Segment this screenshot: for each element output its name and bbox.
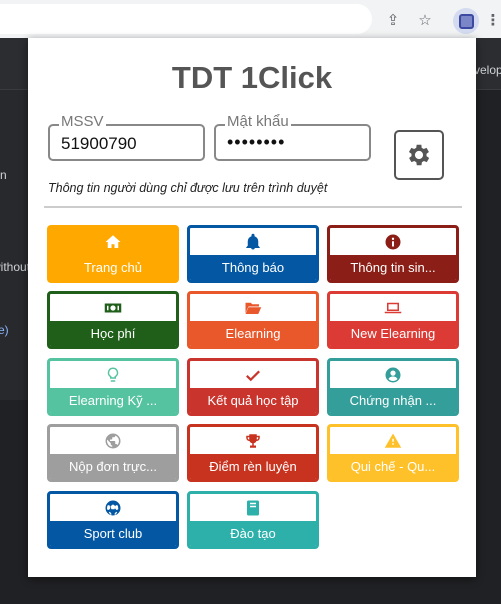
tile-label: Thông báo bbox=[190, 255, 316, 280]
gear-icon bbox=[408, 144, 430, 166]
tile-label: Đào tạo bbox=[190, 521, 316, 546]
tile-icon-area bbox=[330, 228, 456, 255]
tile-label: Chứng nhận ... bbox=[330, 388, 456, 413]
background-text: vn bbox=[0, 168, 7, 182]
mssv-field[interactable]: MSSV 51900790 bbox=[48, 113, 205, 161]
book-icon bbox=[247, 500, 259, 515]
check-icon bbox=[246, 370, 260, 381]
soccer-ball-icon bbox=[105, 500, 121, 515]
tile-icon-area bbox=[190, 361, 316, 388]
trophy-icon bbox=[246, 433, 260, 448]
tile-label: Thông tin sin... bbox=[330, 255, 456, 280]
shortcut-tile[interactable]: Thông tin sin... bbox=[327, 225, 459, 283]
extension-popup: TDT 1Click MSSV 51900790 Mật khẩu ••••••… bbox=[28, 38, 476, 577]
tile-label: Sport club bbox=[50, 521, 176, 546]
password-input[interactable]: •••••••• bbox=[227, 132, 285, 153]
tile-icon-area bbox=[50, 294, 176, 321]
tile-label: Trang chủ bbox=[50, 255, 176, 280]
tile-label: Elearning bbox=[190, 321, 316, 346]
tile-icon-area bbox=[50, 228, 176, 255]
tile-label: Điểm rèn luyện bbox=[190, 454, 316, 479]
warning-icon bbox=[384, 433, 402, 448]
shortcut-tile[interactable]: Elearning Kỹ ... bbox=[47, 358, 179, 416]
shortcut-tile[interactable]: Elearning bbox=[187, 291, 319, 349]
tile-icon-area bbox=[190, 427, 316, 454]
tile-label: Elearning Kỹ ... bbox=[50, 388, 176, 413]
shortcut-tile[interactable]: New Elearning bbox=[327, 291, 459, 349]
user-circle-icon bbox=[385, 367, 401, 382]
storage-note: Thông tin người dùng chỉ được lưu trên t… bbox=[48, 181, 328, 195]
background-link[interactable]: e) bbox=[0, 323, 9, 337]
background-text: without bbox=[0, 260, 31, 274]
tile-label: Kết quả học tập bbox=[190, 388, 316, 413]
shortcut-tile[interactable]: Học phí bbox=[47, 291, 179, 349]
popup-title: TDT 1Click bbox=[171, 60, 333, 95]
tile-label: Qui chế - Qu... bbox=[330, 454, 456, 479]
tile-icon-area bbox=[50, 494, 176, 521]
shortcut-tile[interactable]: Chứng nhận ... bbox=[327, 358, 459, 416]
mssv-label: MSSV bbox=[59, 113, 106, 130]
bell-icon bbox=[246, 233, 260, 249]
mssv-input[interactable]: 51900790 bbox=[61, 134, 137, 154]
background-text: i bbox=[0, 303, 1, 317]
shortcut-tile[interactable]: Qui chế - Qu... bbox=[327, 424, 459, 482]
more-icon[interactable]: ⋮ bbox=[482, 9, 501, 31]
star-icon[interactable]: ☆ bbox=[414, 9, 436, 31]
tile-icon-area bbox=[50, 361, 176, 388]
address-bar[interactable] bbox=[0, 4, 372, 34]
globe-icon bbox=[105, 433, 121, 448]
tile-label: Nộp đơn trực... bbox=[50, 454, 176, 479]
shortcut-tile[interactable]: Điểm rèn luyện bbox=[187, 424, 319, 482]
tile-icon-area bbox=[330, 294, 456, 321]
money-icon bbox=[104, 303, 122, 312]
lightbulb-icon bbox=[107, 367, 119, 382]
password-field[interactable]: Mật khẩu •••••••• bbox=[214, 113, 371, 161]
tile-icon-area bbox=[50, 427, 176, 454]
browser-toolbar: ⇪ ☆ ⋮ bbox=[0, 0, 501, 38]
tile-icon-area bbox=[330, 361, 456, 388]
laptop-icon bbox=[384, 302, 402, 313]
info-icon bbox=[385, 234, 401, 249]
extension-icon[interactable] bbox=[453, 8, 479, 34]
tile-label: New Elearning bbox=[330, 321, 456, 346]
folder-icon bbox=[245, 302, 262, 314]
shortcut-tile[interactable]: Trang chủ bbox=[47, 225, 179, 283]
tile-icon-area bbox=[190, 294, 316, 321]
divider bbox=[44, 206, 462, 208]
password-label: Mật khẩu bbox=[225, 113, 291, 130]
tile-icon-area bbox=[190, 494, 316, 521]
shortcut-tile[interactable]: Thông báo bbox=[187, 225, 319, 283]
background-text: velop bbox=[474, 63, 501, 77]
tile-label: Học phí bbox=[50, 321, 176, 346]
home-icon bbox=[105, 234, 121, 248]
shortcut-tile[interactable]: Đào tạo bbox=[187, 491, 319, 549]
shortcut-tile[interactable]: Sport club bbox=[47, 491, 179, 549]
share-icon[interactable]: ⇪ bbox=[382, 9, 404, 31]
tile-icon-area bbox=[190, 228, 316, 255]
tile-icon-area bbox=[330, 427, 456, 454]
settings-button[interactable] bbox=[394, 130, 444, 180]
shortcut-tile[interactable]: Nộp đơn trực... bbox=[47, 424, 179, 482]
shortcut-tile[interactable]: Kết quả học tập bbox=[187, 358, 319, 416]
